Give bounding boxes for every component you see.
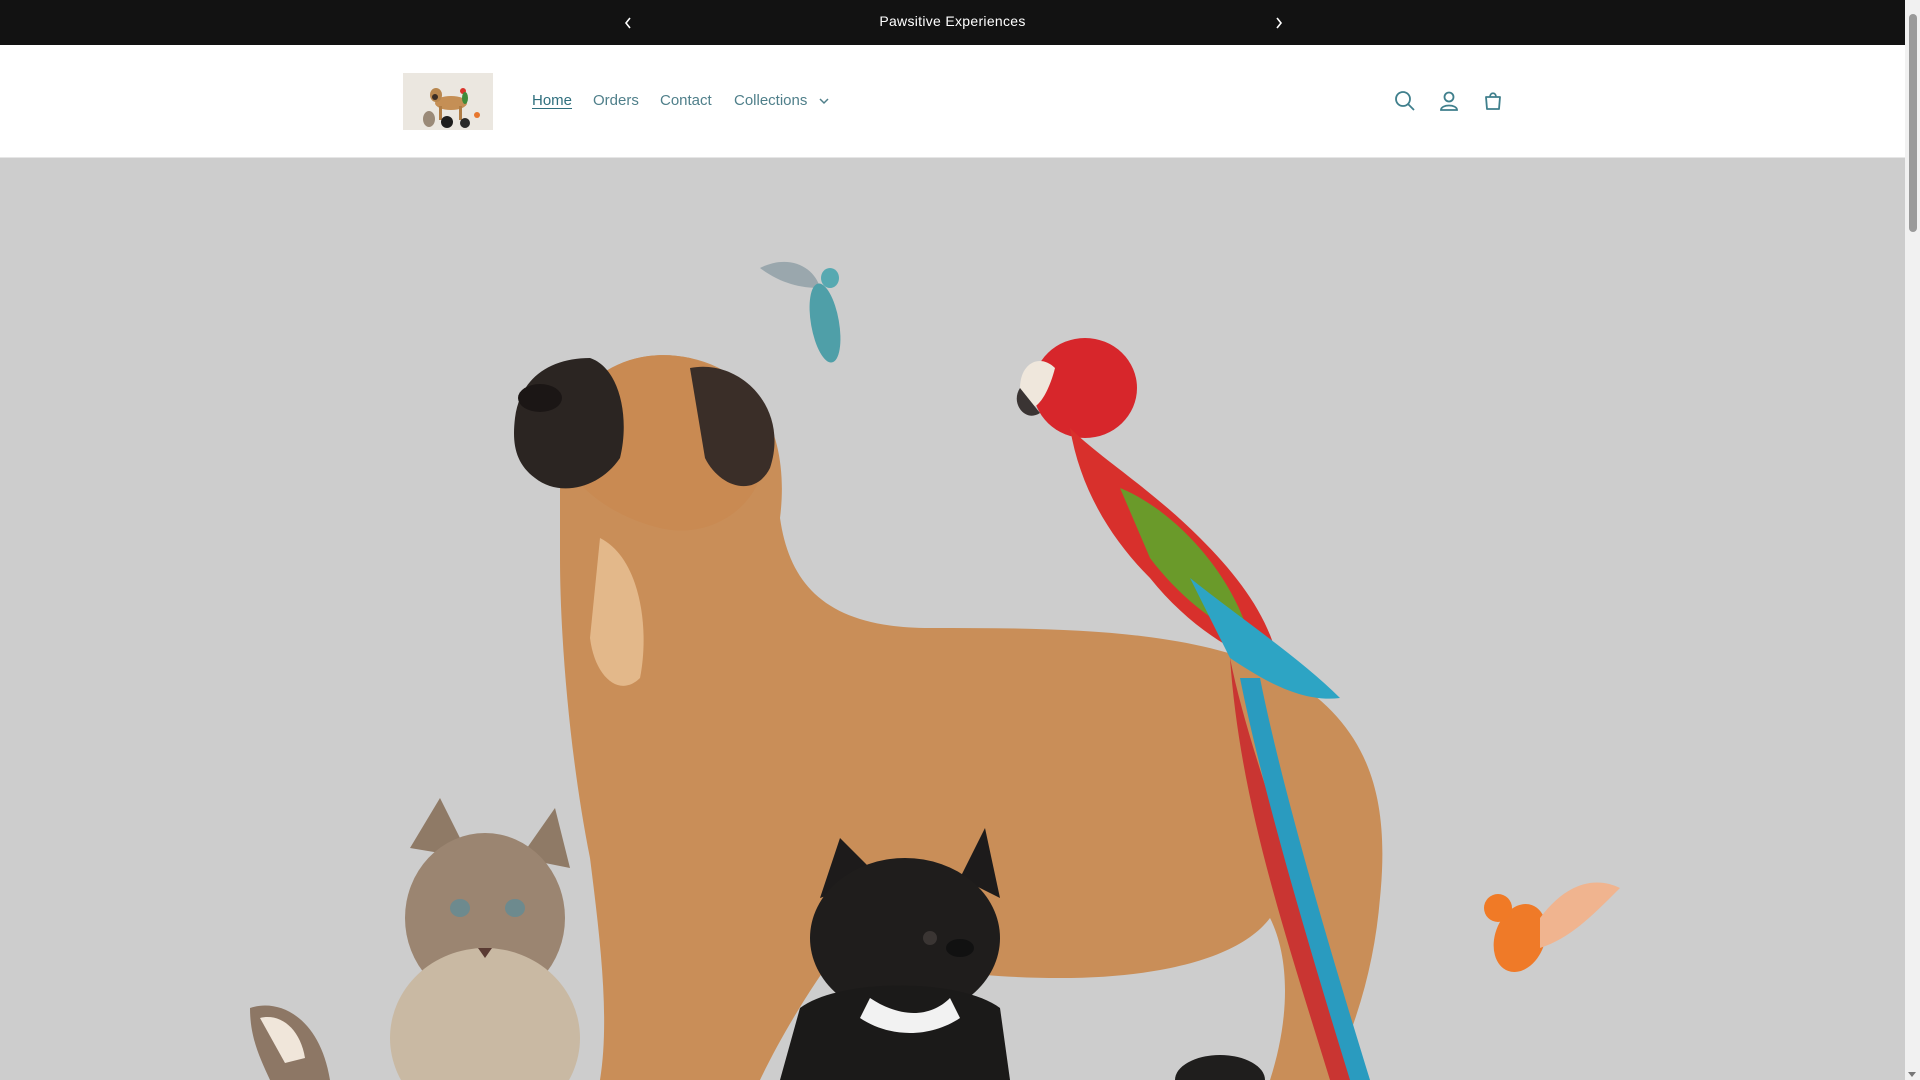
announcement-prev-button[interactable] [608,0,648,45]
announcement-next-button[interactable] [1259,0,1299,45]
cart-icon [1485,92,1501,110]
scroll-down-icon[interactable] [1908,1072,1916,1077]
cat-image [390,798,580,1080]
site-header: Home Orders Contact Collections [0,45,1905,158]
account-icon [1440,91,1458,111]
nav-home-link[interactable]: Home [532,89,572,113]
hero-banner [0,158,1905,1080]
search-icon [1395,91,1415,111]
scrollbar-thumb[interactable] [1909,14,1917,232]
announcement-text: Pawsitive Experiences [879,13,1026,29]
chevron-right-icon [1276,17,1283,28]
page-scrollbar[interactable] [1905,0,1920,1080]
account-button[interactable] [1434,86,1464,116]
chevron-down-icon [819,98,829,105]
nav-collections-link[interactable]: Collections [734,89,830,113]
logo-image [403,73,493,130]
nav-orders-link[interactable]: Orders [593,89,639,113]
chevron-left-icon [624,17,631,28]
announcement-bar: Pawsitive Experiences [0,0,1905,45]
hero-pets-image [0,158,1905,1080]
nav-collections-label: Collections [734,92,808,109]
cart-button[interactable] [1478,86,1508,116]
nav-contact-link[interactable]: Contact [660,89,712,113]
search-button[interactable] [1390,86,1420,116]
store-logo[interactable] [403,73,493,130]
